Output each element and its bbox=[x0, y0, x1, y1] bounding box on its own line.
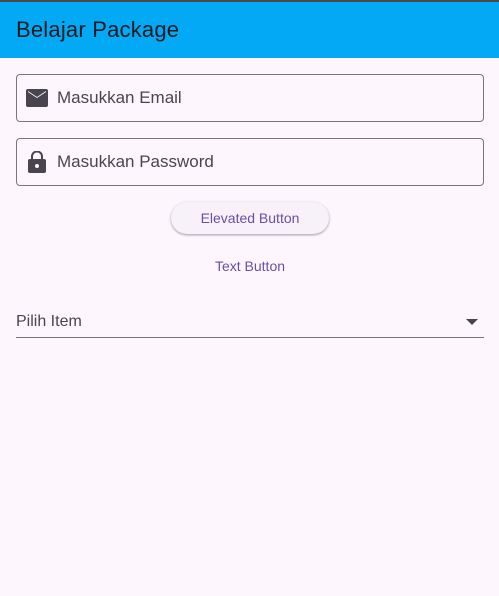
app-bar: Belajar Package bbox=[0, 2, 499, 58]
elevated-button[interactable]: Elevated Button bbox=[171, 202, 329, 234]
email-field[interactable] bbox=[16, 74, 484, 122]
arrow-drop-down-icon bbox=[460, 310, 484, 334]
item-dropdown[interactable]: Pilih Item bbox=[16, 306, 484, 338]
lock-icon bbox=[26, 151, 48, 173]
email-input[interactable] bbox=[57, 88, 457, 108]
dropdown-hint: Pilih Item bbox=[16, 312, 82, 330]
app-bar-title: Belajar Package bbox=[16, 17, 180, 42]
text-button[interactable]: Text Button bbox=[190, 250, 310, 282]
password-field[interactable] bbox=[16, 138, 484, 186]
password-input[interactable] bbox=[57, 152, 457, 172]
mail-icon bbox=[26, 87, 48, 109]
